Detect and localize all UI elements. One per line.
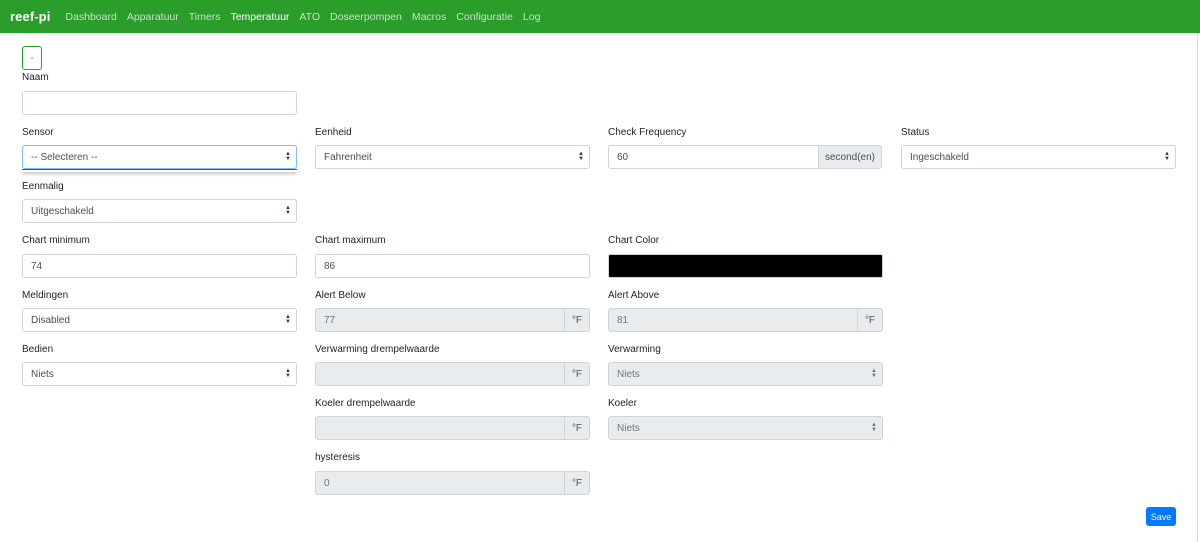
- top-navbar: reef-pi Dashboard Apparatuur Timers Temp…: [0, 0, 1200, 33]
- nav-ato[interactable]: ATO: [299, 11, 320, 23]
- alert-below-value: 77: [324, 314, 336, 326]
- verwarming-select[interactable]: Niets ▲ ▼: [608, 362, 883, 386]
- alert-above-label: Alert Above: [608, 290, 660, 301]
- eenheid-value: Fahrenheit: [324, 151, 372, 163]
- select-arrows-icon: ▲ ▼: [285, 314, 291, 325]
- scrollbar-edge: [1197, 33, 1198, 542]
- check-frequency-input[interactable]: 60: [608, 145, 819, 169]
- eenmalig-value: Uitgeschakeld: [31, 205, 94, 217]
- bedien-select[interactable]: Niets ▲ ▼: [22, 362, 297, 386]
- hysteresis-unit: °F: [564, 471, 590, 495]
- alert-below-label: Alert Below: [315, 290, 366, 301]
- eenmalig-select[interactable]: Uitgeschakeld ▲ ▼: [22, 199, 297, 223]
- eenheid-select[interactable]: Fahrenheit ▲ ▼: [315, 145, 590, 169]
- bedien-label: Bedien: [22, 344, 54, 355]
- chart-minimum-input[interactable]: 74: [22, 254, 297, 278]
- select-arrows-icon: ▲ ▼: [871, 422, 877, 433]
- naam-label: Naam: [22, 72, 49, 83]
- hysteresis-label: hysteresis: [315, 452, 361, 463]
- alert-below-input[interactable]: 77: [315, 308, 565, 332]
- nav-dashboard[interactable]: Dashboard: [65, 11, 116, 23]
- chart-maximum-input[interactable]: 86: [315, 254, 590, 278]
- sensor-label: Sensor: [22, 127, 54, 138]
- alert-below-unit: °F: [564, 308, 590, 332]
- brand-logo[interactable]: reef-pi: [10, 9, 50, 24]
- check-frequency-value: 60: [617, 151, 629, 163]
- select-arrows-icon: ▲ ▼: [871, 368, 877, 379]
- chart-minimum-label: Chart minimum: [22, 235, 90, 246]
- chart-minimum-value: 74: [31, 260, 43, 272]
- hysteresis-input[interactable]: 0: [315, 471, 565, 495]
- alert-above-input[interactable]: 81: [608, 308, 858, 332]
- koeler-drempel-input[interactable]: [315, 416, 565, 440]
- chart-maximum-value: 86: [324, 260, 336, 272]
- sensor-dropdown-menu[interactable]: [22, 169, 297, 172]
- koeler-select[interactable]: Niets ▲ ▼: [608, 416, 883, 440]
- select-arrows-icon: ▲ ▼: [285, 368, 291, 379]
- chart-color-picker[interactable]: [608, 254, 883, 278]
- collapse-button[interactable]: -: [22, 46, 42, 70]
- select-arrows-icon: ▲ ▼: [285, 151, 291, 162]
- sensor-value: -- Selecteren --: [31, 151, 98, 163]
- verwarming-drempel-unit: °F: [564, 362, 590, 386]
- nav-doseerpompen[interactable]: Doseerpompen: [330, 11, 402, 23]
- nav-macros[interactable]: Macros: [412, 11, 446, 23]
- meldingen-value: Disabled: [31, 314, 70, 326]
- koeler-value: Niets: [617, 422, 640, 434]
- koeler-label: Koeler: [608, 398, 637, 409]
- nav-timers[interactable]: Timers: [189, 11, 221, 23]
- chart-color-label: Chart Color: [608, 235, 660, 246]
- eenheid-label: Eenheid: [315, 127, 352, 138]
- verwarming-drempel-label: Verwarming drempelwaarde: [315, 344, 440, 355]
- check-frequency-label: Check Frequency: [608, 127, 687, 138]
- save-button[interactable]: Save: [1146, 507, 1176, 526]
- nav-temperatuur[interactable]: Temperatuur: [230, 11, 289, 23]
- sensor-select[interactable]: -- Selecteren -- ▲ ▼: [22, 145, 297, 169]
- verwarming-value: Niets: [617, 368, 640, 380]
- select-arrows-icon: ▲ ▼: [1164, 151, 1170, 162]
- nav-log[interactable]: Log: [523, 11, 541, 23]
- nav-apparatuur[interactable]: Apparatuur: [127, 11, 179, 23]
- bedien-value: Niets: [31, 368, 54, 380]
- koeler-drempel-unit: °F: [564, 416, 590, 440]
- select-arrows-icon: ▲ ▼: [578, 151, 584, 162]
- hysteresis-value: 0: [324, 477, 330, 489]
- meldingen-label: Meldingen: [22, 290, 69, 301]
- status-value: Ingeschakeld: [910, 151, 969, 163]
- alert-above-unit: °F: [857, 308, 883, 332]
- meldingen-select[interactable]: Disabled ▲ ▼: [22, 308, 297, 332]
- select-arrows-icon: ▲ ▼: [285, 205, 291, 216]
- chart-maximum-label: Chart maximum: [315, 235, 386, 246]
- nav-configuratie[interactable]: Configuratie: [456, 11, 513, 23]
- verwarming-drempel-input[interactable]: [315, 362, 565, 386]
- koeler-drempel-label: Koeler drempelwaarde: [315, 398, 416, 409]
- eenmalig-label: Eenmalig: [22, 181, 64, 192]
- verwarming-label: Verwarming: [608, 344, 661, 355]
- status-label: Status: [901, 127, 930, 138]
- naam-input[interactable]: [22, 91, 297, 115]
- alert-above-value: 81: [617, 314, 629, 326]
- status-select[interactable]: Ingeschakeld ▲ ▼: [901, 145, 1176, 169]
- check-frequency-unit: second(en): [818, 145, 882, 169]
